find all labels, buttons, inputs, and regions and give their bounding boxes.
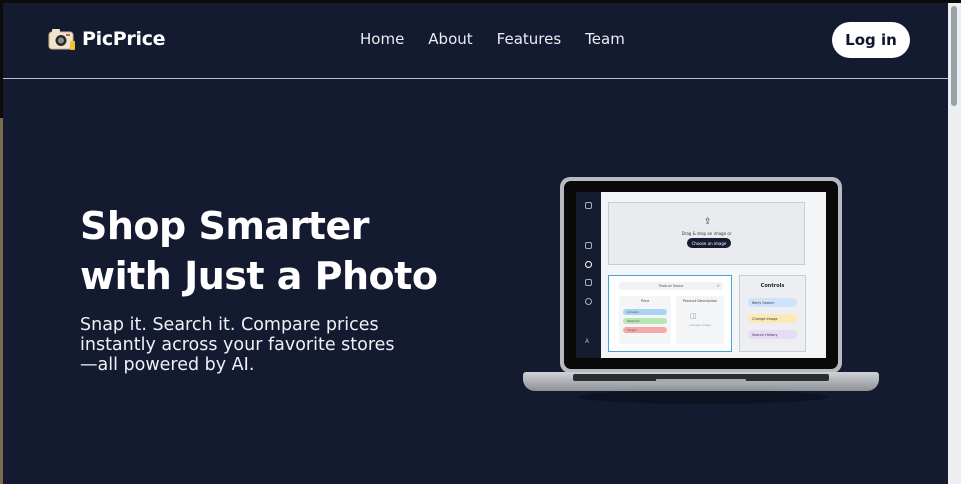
laptop-mockup: A ⇪ Drag & drop an image or Choose an im…	[518, 177, 883, 407]
nav-team[interactable]: Team	[585, 30, 625, 48]
upload-icon: ⇪	[704, 217, 712, 227]
result-card: Product Name × Price Amazon Walmart Targ…	[608, 275, 732, 352]
camera-nav-icon	[585, 261, 592, 268]
laptop-screen: A ⇪ Drag & drop an image or Choose an im…	[576, 192, 826, 358]
hero-title: Shop Smarter with Just a Photo	[80, 201, 500, 301]
laptop-trackpad	[656, 379, 746, 383]
laptop-shadow	[578, 390, 828, 404]
sidebar-avatar: A	[585, 338, 590, 345]
laptop-bezel: A ⇪ Drag & drop an image or Choose an im…	[564, 181, 838, 369]
landing-page: PicPrice Home About Features Team Log in…	[3, 3, 948, 484]
product-name-label: Product Name	[658, 284, 684, 288]
controls-title: Controls	[760, 283, 785, 289]
nav-features[interactable]: Features	[497, 30, 562, 48]
scrollbar-thumb[interactable]	[951, 6, 957, 106]
controls-panel: Controls Retry Search Change Image Searc…	[739, 275, 806, 352]
upload-text: Drag & drop an image or	[681, 231, 732, 236]
site-header: PicPrice Home About Features Team Log in	[3, 3, 948, 79]
upload-dropzone: ⇪ Drag & drop an image or Choose an imag…	[608, 202, 805, 265]
page-scrollbar[interactable]	[948, 3, 961, 484]
price-chip-2: Walmart	[623, 318, 667, 324]
brand-logo[interactable]: PicPrice	[48, 27, 166, 51]
description-placeholder: preview image	[688, 323, 712, 327]
hero-subtitle-line-2: instantly across your favorite stores	[80, 335, 395, 355]
hero-subtitle: Snap it. Search it. Compare prices insta…	[80, 315, 480, 375]
laptop-lid: A ⇪ Drag & drop an image or Choose an im…	[560, 177, 842, 373]
image-placeholder-icon: ◫	[690, 312, 697, 320]
price-chip-3: Target	[623, 327, 667, 333]
close-icon: ×	[716, 283, 720, 288]
settings-icon	[585, 298, 592, 305]
price-panel: Price Amazon Walmart Target	[619, 296, 671, 344]
menu-icon	[585, 202, 592, 209]
description-label: Product Description	[682, 299, 718, 303]
retry-search-button: Retry Search	[748, 298, 797, 307]
nav-about[interactable]: About	[428, 30, 472, 48]
login-button[interactable]: Log in	[832, 22, 910, 58]
home-icon	[585, 242, 592, 249]
search-history-button: Search History	[748, 330, 797, 339]
heart-icon	[585, 279, 592, 286]
choose-image-button: Choose an image	[687, 238, 731, 248]
main-nav: Home About Features Team	[360, 30, 625, 48]
hero-subtitle-line-1: Snap it. Search it. Compare prices	[80, 315, 379, 335]
camera-icon	[48, 27, 76, 51]
app-sidebar: A	[576, 192, 601, 358]
change-image-button: Change Image	[748, 314, 797, 323]
price-chip-1: Amazon	[623, 309, 667, 315]
hero-subtitle-line-3: —all powered by AI.	[80, 355, 255, 375]
price-label: Price	[640, 299, 650, 303]
description-panel: Product Description ◫ preview image	[676, 296, 724, 344]
product-name-field: Product Name ×	[619, 282, 723, 290]
laptop-base	[523, 372, 879, 391]
hero-title-line-1: Shop Smarter	[80, 204, 369, 248]
hero-title-line-2: with Just a Photo	[80, 254, 438, 298]
nav-home[interactable]: Home	[360, 30, 404, 48]
brand-name: PicPrice	[82, 28, 166, 50]
